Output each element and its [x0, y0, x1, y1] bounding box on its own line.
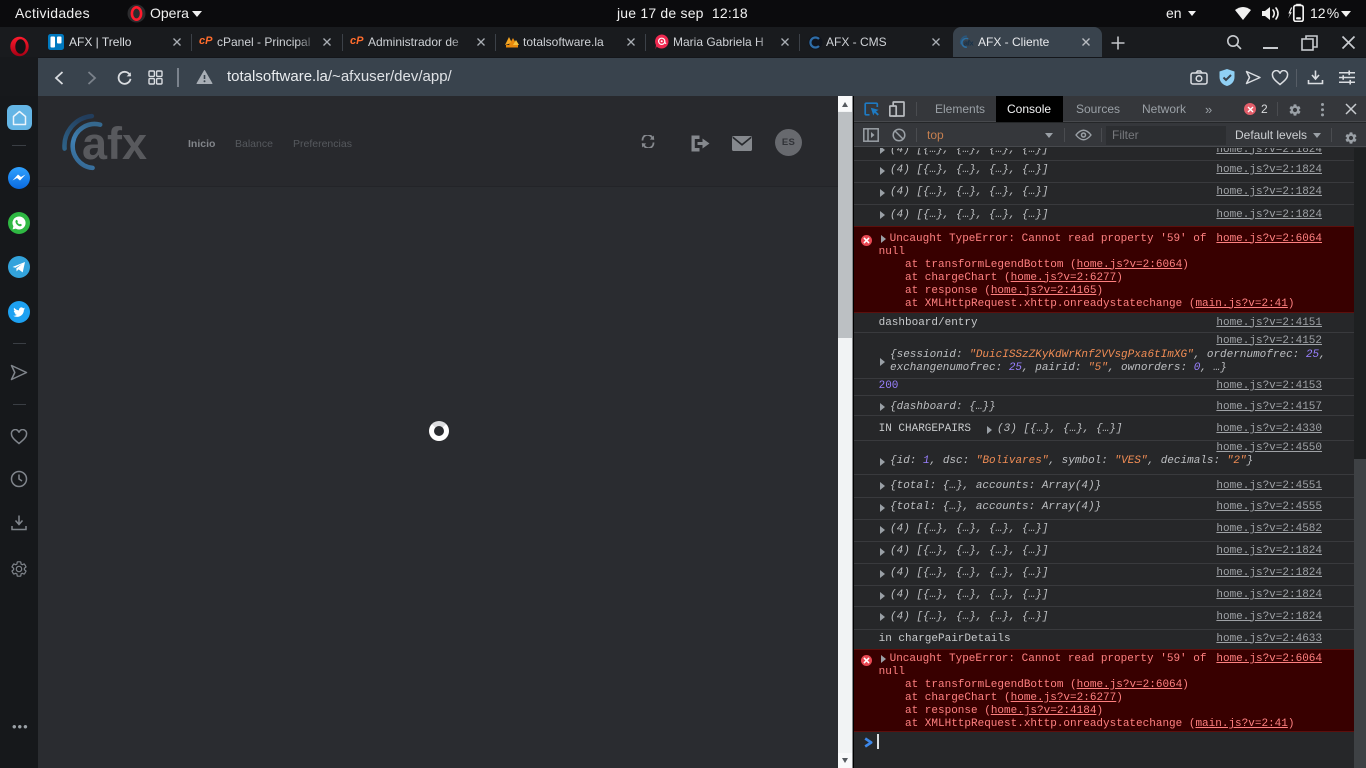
- svg-text:afx: afx: [964, 39, 975, 48]
